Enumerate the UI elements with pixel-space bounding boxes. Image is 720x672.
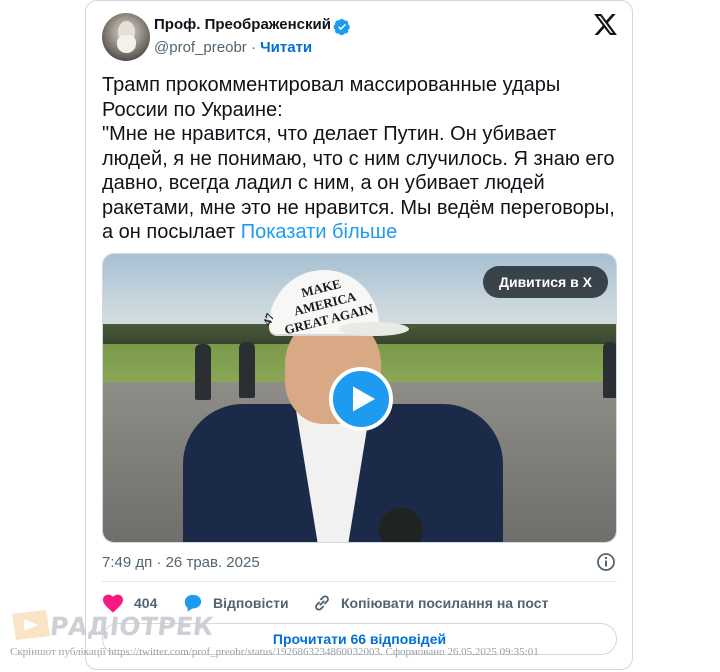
follow-link[interactable]: Читати xyxy=(260,39,312,56)
verified-badge-icon xyxy=(333,18,350,36)
reply-bubble-icon xyxy=(184,594,202,612)
tweet-date: 26 трав. 2025 xyxy=(165,554,260,571)
reply-button[interactable]: Відповісти xyxy=(182,592,302,614)
author-handle-row: @prof_preobr · Читати xyxy=(154,39,312,56)
watch-on-x-button[interactable]: Дивитися в X xyxy=(483,266,608,298)
radiotrek-wordmark: РАДІОТРЕК xyxy=(48,612,215,641)
show-more-link[interactable]: Показати більше xyxy=(241,221,397,243)
copy-link-button[interactable]: Копіювати посилання на пост xyxy=(312,592,612,614)
author-handle[interactable]: @prof_preobr xyxy=(154,39,247,56)
tweet-time: 7:49 дп xyxy=(102,554,153,571)
copy-link-label: Копіювати посилання на пост xyxy=(341,595,549,611)
tweet-timestamp[interactable]: 7:49 дп · 26 трав. 2025 xyxy=(102,554,260,571)
avatar-beard xyxy=(117,35,136,53)
tweet-line-1: Трамп прокомментировал массированные уда… xyxy=(102,74,561,121)
info-icon[interactable] xyxy=(596,552,616,572)
divider xyxy=(102,581,617,582)
video-bystander xyxy=(239,342,255,398)
video-player[interactable]: MAKE AMERICA GREAT AGAIN 47 Дивитися в X xyxy=(102,253,617,543)
link-icon xyxy=(315,595,329,611)
video-bystander xyxy=(603,342,616,398)
tweet-text: Трамп прокомментировал массированные уда… xyxy=(102,73,622,245)
x-logo-icon[interactable] xyxy=(594,14,617,35)
handle-separator: · xyxy=(250,39,256,56)
tweet-line-2: "Мне не нравится, что делает Путин. Он у… xyxy=(102,122,622,245)
screenshot-footer-note: Скріншот публікації https://twitter.com/… xyxy=(10,646,539,658)
timestamp-separator: · xyxy=(156,554,162,571)
play-button[interactable] xyxy=(329,367,393,431)
video-hat-brim xyxy=(339,322,409,336)
play-icon xyxy=(353,386,375,412)
author-name[interactable]: Проф. Преображенский xyxy=(154,16,331,33)
author-avatar[interactable] xyxy=(102,13,150,61)
reply-label: Відповісти xyxy=(213,595,289,611)
video-bystander xyxy=(195,344,211,400)
